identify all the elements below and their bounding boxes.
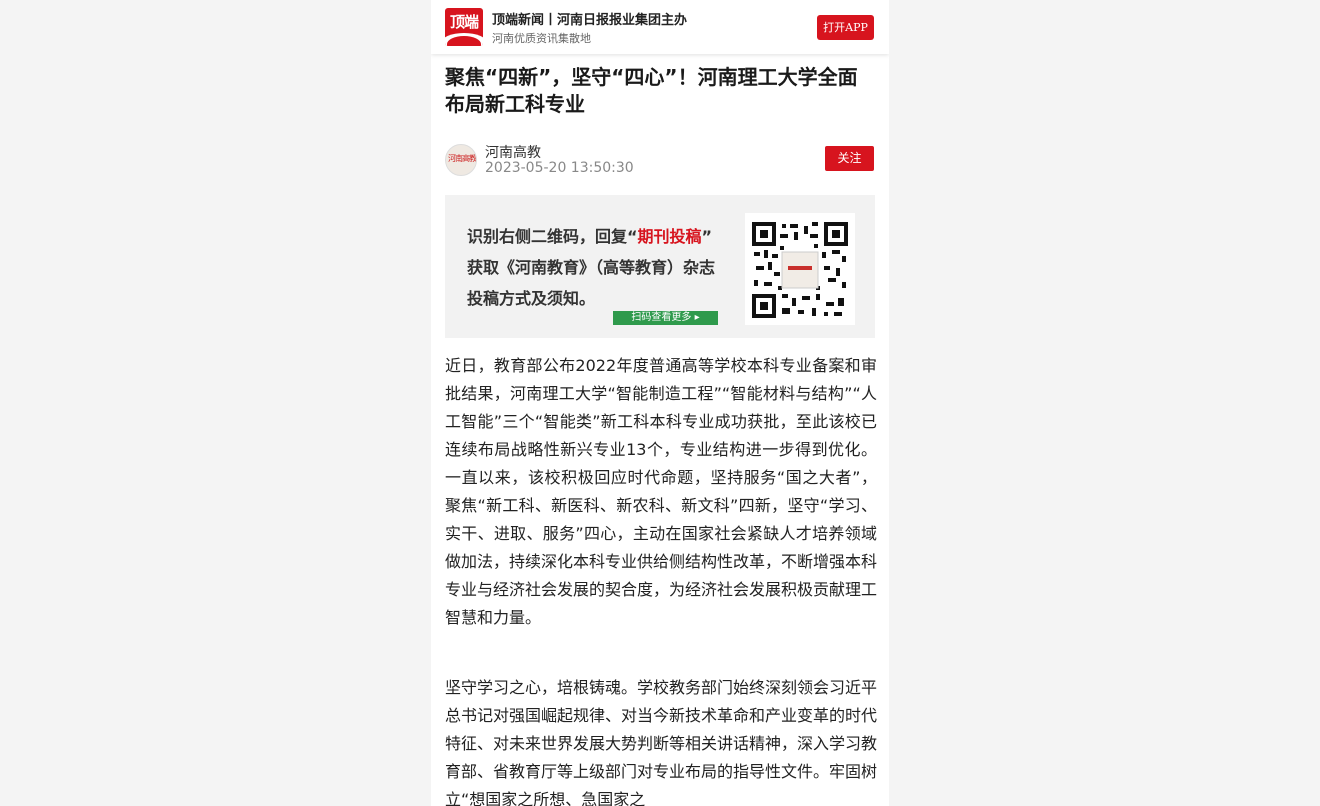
article-paragraph-2: 坚守学习之心，培根铸魂。学校教务部门始终深刻领会习近平总书记对强国崛起规律、对当… <box>445 678 878 806</box>
avatar-mark: 河南高教 <box>448 154 476 163</box>
qr-code-graphic <box>752 222 848 318</box>
follow-button[interactable]: 关注 <box>825 146 874 171</box>
brand-logo[interactable]: 顶端 <box>445 8 483 46</box>
banner-line-1-suffix: ” <box>701 227 713 246</box>
app-header: 顶端 顶端新闻丨河南日报报业集团主办 河南优质资讯集散地 打开APP <box>431 0 889 54</box>
banner-line-1-prefix: 识别右侧二维码，回复“ <box>467 227 638 246</box>
banner-line-2: 获取《河南教育》（高等教育）杂志 <box>467 258 716 277</box>
author-name[interactable]: 河南高教 <box>485 142 541 162</box>
article-paragraph-1: 近日，教育部公布2022年度普通高等学校本科专业备案和审批结果，河南理工大学“智… <box>445 356 878 627</box>
scan-more-button[interactable]: 扫码查看更多 ▸ <box>613 311 718 325</box>
logo-swoosh-inner <box>447 36 481 46</box>
article-title: 聚焦“四新”，坚守“四心”！河南理工大学全面布局新工科专业 <box>445 65 858 116</box>
banner-line-1: 识别右侧二维码，回复“期刊投稿” <box>467 223 712 247</box>
banner-line-3: 投稿方式及须知。 <box>467 289 596 308</box>
publish-date: 2023-05-20 13:50:30 <box>485 160 634 176</box>
logo-text: 顶端 <box>449 13 479 31</box>
qr-code-icon <box>745 213 855 325</box>
promo-banner[interactable]: 识别右侧二维码，回复“期刊投稿” 获取《河南教育》（高等教育）杂志 投稿方式及须… <box>445 195 875 338</box>
open-app-button[interactable]: 打开APP <box>817 15 874 40</box>
banner-highlight: 期刊投稿 <box>637 227 702 246</box>
author-avatar[interactable]: 河南高教 <box>445 144 477 176</box>
article-page: 顶端 顶端新闻丨河南日报报业集团主办 河南优质资讯集散地 打开APP 聚焦“四新… <box>431 0 889 806</box>
brand-title: 顶端新闻丨河南日报报业集团主办 <box>492 13 688 28</box>
brand-subtitle: 河南优质资讯集散地 <box>492 32 591 45</box>
